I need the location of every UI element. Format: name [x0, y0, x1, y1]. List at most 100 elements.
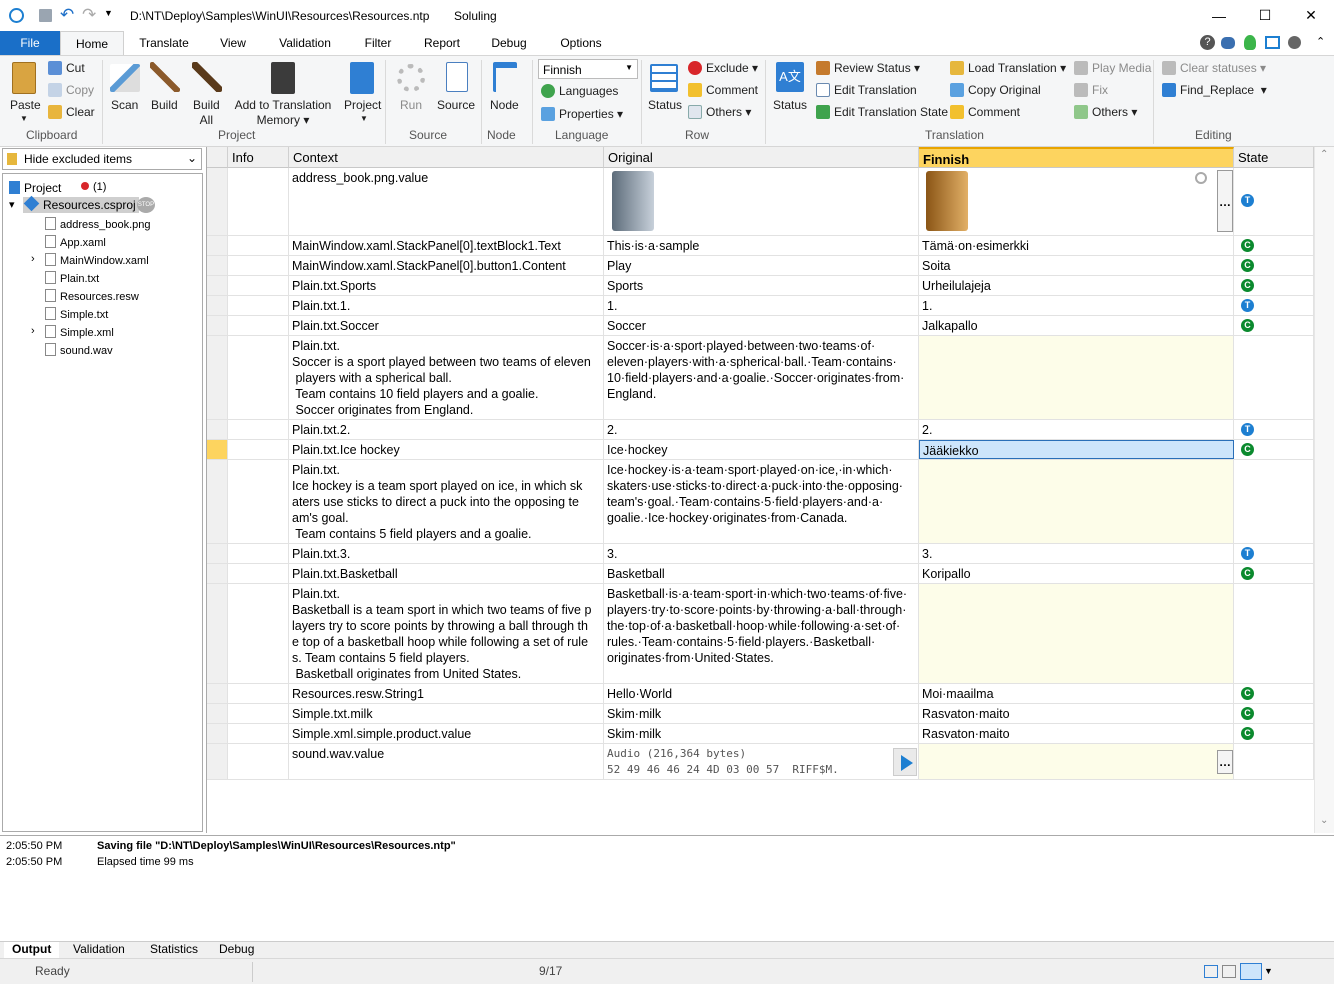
context-cell[interactable]: Plain.txt. Basketball is a team sport in… [289, 584, 604, 683]
original-cell[interactable]: Skim·milk [604, 704, 919, 723]
context-cell[interactable]: Plain.txt. Soccer is a sport played betw… [289, 336, 604, 419]
save-icon[interactable] [39, 9, 52, 22]
filter-select[interactable]: Hide excluded items ⌄ [2, 148, 202, 170]
others2-button[interactable]: Others ▾ [1074, 105, 1137, 119]
state-cell[interactable] [1234, 744, 1314, 779]
original-cell[interactable]: Basketball [604, 564, 919, 583]
translation-cell[interactable]: Rasvaton·maito [919, 724, 1234, 743]
context-cell[interactable]: Plain.txt.Soccer [289, 316, 604, 335]
original-cell[interactable]: Sports [604, 276, 919, 295]
scroll-down-icon[interactable]: ⌄ [1320, 815, 1328, 826]
table-row[interactable]: MainWindow.xaml.StackPanel[0].textBlock1… [207, 236, 1314, 256]
context-cell[interactable]: Plain.txt.Ice hockey [289, 440, 604, 459]
paste-button[interactable]: Paste [10, 98, 41, 112]
state-cell[interactable] [1234, 336, 1314, 419]
context-cell[interactable]: sound.wav.value [289, 744, 604, 779]
table-row[interactable]: Plain.txt. Soccer is a sport played betw… [207, 336, 1314, 420]
table-row[interactable]: MainWindow.xaml.StackPanel[0].button1.Co… [207, 256, 1314, 276]
info-cell[interactable] [228, 460, 289, 543]
tab-statistics[interactable]: Statistics [150, 942, 198, 956]
translation-cell[interactable]: Tämä·on·esimerkki [919, 236, 1234, 255]
theme-icon[interactable] [1288, 36, 1301, 49]
original-cell[interactable]: Skim·milk [604, 724, 919, 743]
row-indicator[interactable] [207, 276, 228, 295]
ribbon-collapse-icon[interactable]: ⌃ [1316, 35, 1325, 48]
table-row[interactable]: sound.wav.value Audio (216,364 bytes) 52 … [207, 744, 1314, 780]
ellipsis-button[interactable]: … [1217, 750, 1233, 774]
status-button[interactable]: Status [648, 98, 682, 112]
original-cell[interactable]: Ice·hockey·is·a·team·sport·played·on·ice… [604, 460, 919, 543]
row-indicator[interactable] [207, 420, 228, 439]
ellipsis-button[interactable]: … [1217, 170, 1233, 232]
original-cell[interactable]: Ice·hockey [604, 440, 919, 459]
original-cell[interactable]: Soccer [604, 316, 919, 335]
build-all-button[interactable]: Build All [193, 98, 220, 128]
info-cell[interactable] [228, 296, 289, 315]
row-indicator[interactable] [207, 296, 228, 315]
row-indicator[interactable] [207, 336, 228, 419]
header-state[interactable]: State [1234, 147, 1314, 168]
tab-validation[interactable]: Validation [268, 31, 342, 55]
redo-icon[interactable]: ↷ [82, 5, 96, 25]
fix-button[interactable]: Fix [1074, 83, 1108, 97]
tree-item-resources-csproj[interactable]: Resources.csproj [23, 195, 139, 213]
row-indicator[interactable] [207, 564, 228, 583]
info-cell[interactable] [228, 544, 289, 563]
paste-dropdown-icon[interactable]: ▼ [20, 114, 28, 123]
exclude-button[interactable]: Exclude ▾ [688, 61, 758, 75]
review-status-button[interactable]: Review Status ▾ [816, 61, 920, 75]
header-original[interactable]: Original [604, 147, 919, 168]
tree-item-mainwindow-xaml[interactable]: MainWindow.xaml [45, 253, 149, 267]
link-icon[interactable] [1195, 172, 1207, 184]
original-cell[interactable]: 2. [604, 420, 919, 439]
context-cell[interactable]: address_book.png.value [289, 168, 604, 235]
translation-cell[interactable] [919, 584, 1234, 683]
context-cell[interactable]: MainWindow.xaml.StackPanel[0].button1.Co… [289, 256, 604, 275]
original-cell[interactable]: Hello·World [604, 684, 919, 703]
community-icon[interactable] [1221, 37, 1235, 49]
original-cell[interactable]: 1. [604, 296, 919, 315]
info-cell[interactable] [228, 440, 289, 459]
header-finnish[interactable]: Finnish [919, 147, 1234, 168]
clear-statuses-button[interactable]: Clear statuses ▾ [1162, 61, 1266, 75]
info-cell[interactable] [228, 704, 289, 723]
status2-button[interactable]: Status [773, 98, 807, 112]
table-row[interactable]: address_book.png.value T… [207, 168, 1314, 236]
translation-cell[interactable]: Rasvaton·maito [919, 704, 1234, 723]
clear-button[interactable]: Clear [48, 105, 95, 119]
context-cell[interactable]: Simple.xml.simple.product.value [289, 724, 604, 743]
header-info[interactable]: Info [228, 147, 289, 168]
scroll-up-icon[interactable]: ⌃ [1320, 149, 1328, 160]
info-cell[interactable] [228, 336, 289, 419]
properties-button[interactable]: Properties ▾ [541, 107, 623, 121]
tab-view[interactable]: View [208, 31, 258, 55]
grid-corner[interactable] [207, 147, 228, 168]
tab-output[interactable]: Output [4, 942, 60, 958]
info-cell[interactable] [228, 276, 289, 295]
build-button[interactable]: Build [151, 98, 178, 112]
translation-cell[interactable]: 3. [919, 544, 1234, 563]
list-view-icon[interactable] [1222, 965, 1236, 978]
others-button[interactable]: Others ▾ [688, 105, 751, 119]
translation-cell[interactable]: 1. [919, 296, 1234, 315]
qat-dropdown-icon[interactable]: ▼ [104, 8, 113, 18]
translation-cell[interactable]: Jääkiekko [919, 440, 1234, 459]
split-view-icon[interactable] [1240, 963, 1262, 980]
table-row[interactable]: Plain.txt. Ice hockey is a team sport pl… [207, 460, 1314, 544]
table-row[interactable]: Simple.xml.simple.product.value Skim·milk… [207, 724, 1314, 744]
table-row[interactable]: Plain.txt. Basketball is a team sport in… [207, 584, 1314, 684]
cut-button[interactable]: Cut [48, 61, 85, 75]
tree-expander-icon[interactable]: › [31, 325, 35, 337]
table-row[interactable]: Plain.txt.Sports Sports Urheilulajeja C [207, 276, 1314, 296]
tree-root[interactable]: Project [9, 181, 61, 195]
context-cell[interactable]: Plain.txt.Sports [289, 276, 604, 295]
row-indicator[interactable] [207, 584, 228, 683]
run-button[interactable]: Run [400, 98, 422, 112]
original-cell[interactable]: Play [604, 256, 919, 275]
original-cell[interactable]: Basketball·is·a·team·sport·in·which·two·… [604, 584, 919, 683]
row-indicator[interactable] [207, 724, 228, 743]
tree-item-resources-resw[interactable]: Resources.resw [45, 289, 139, 303]
row-indicator[interactable] [207, 440, 228, 459]
lightbulb-icon[interactable] [1244, 35, 1256, 50]
translation-cell[interactable]: Soita [919, 256, 1234, 275]
